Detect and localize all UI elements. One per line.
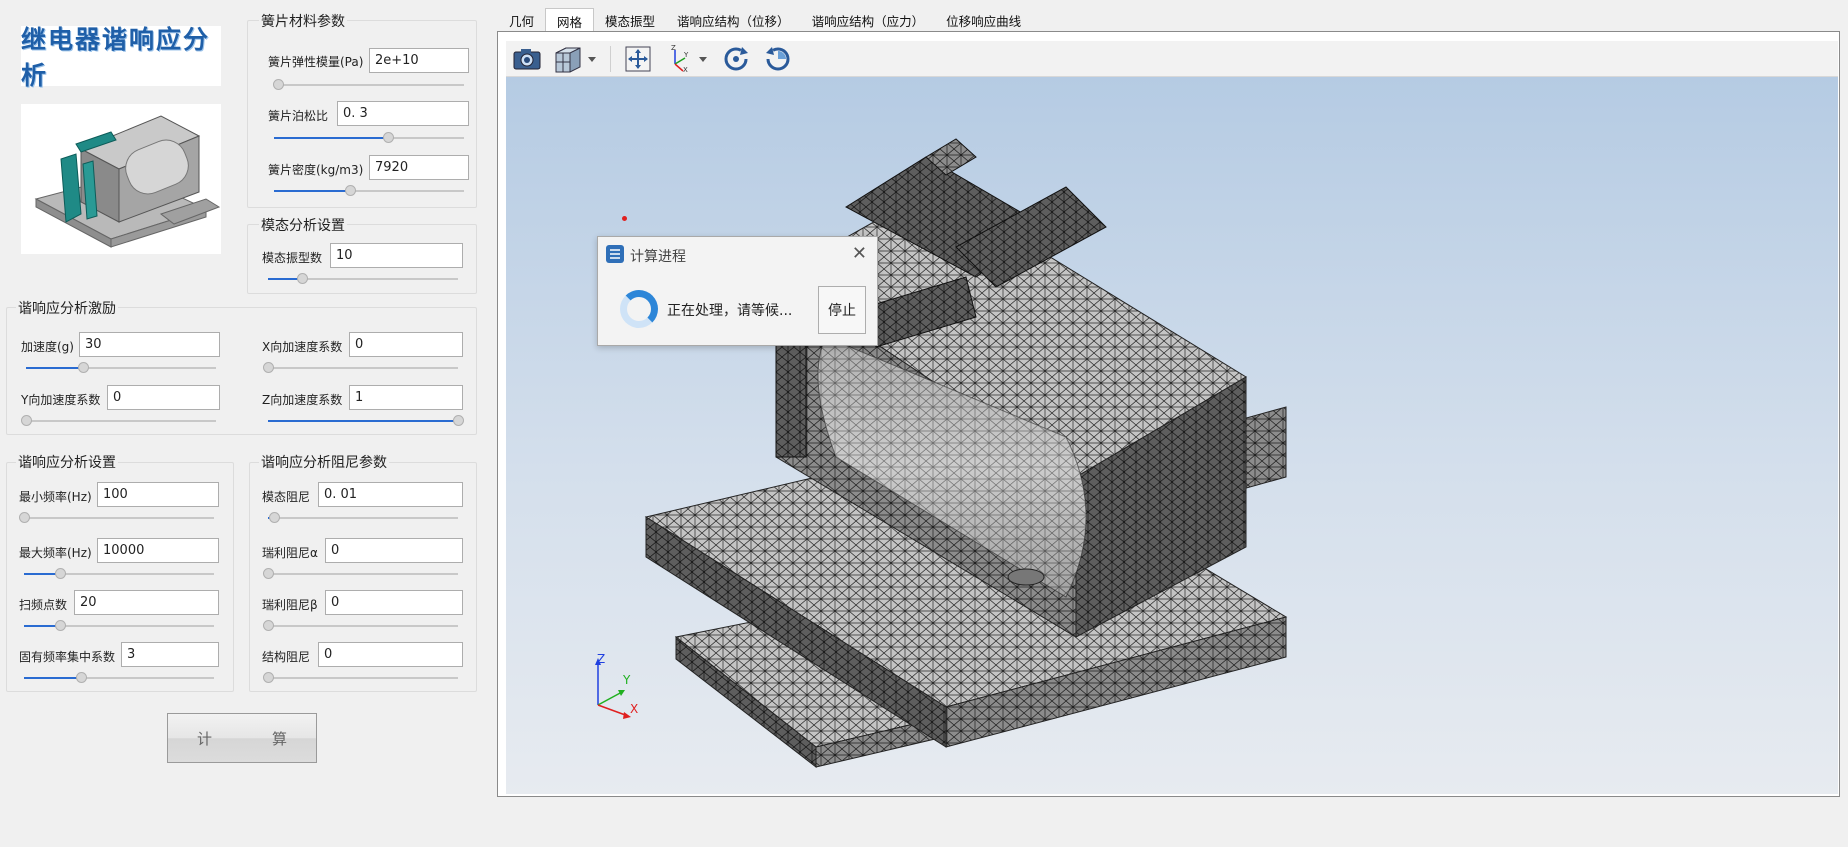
damping-group-title: 谐响应分析阻尼参数 bbox=[259, 452, 389, 472]
accel-slider[interactable] bbox=[26, 362, 216, 374]
stop-button[interactable]: 停止 bbox=[818, 286, 866, 334]
mesh-viewport[interactable] bbox=[506, 77, 1838, 794]
y-coef-label: Y向加速度系数 bbox=[21, 393, 101, 407]
app-logo: 继电器谐响应分析 bbox=[21, 25, 221, 90]
poisson-slider[interactable] bbox=[274, 132, 464, 144]
material-group-title: 簧片材料参数 bbox=[259, 11, 347, 31]
min-freq-slider[interactable] bbox=[19, 512, 214, 524]
x-axis-label: X bbox=[630, 702, 639, 716]
modal-damping-input[interactable] bbox=[318, 482, 463, 507]
z-coef-input[interactable] bbox=[349, 385, 463, 410]
max-freq-label: 最大频率(Hz) bbox=[19, 546, 92, 560]
analysis-group-title: 谐响应分析设置 bbox=[16, 452, 118, 472]
min-freq-input[interactable] bbox=[97, 482, 219, 507]
excitation-group-title: 谐响应分析激励 bbox=[16, 298, 118, 318]
max-freq-input[interactable] bbox=[97, 538, 219, 563]
relay-thumbnail bbox=[21, 104, 221, 254]
camera-icon[interactable] bbox=[509, 43, 545, 75]
axes-icon[interactable]: ZYX bbox=[662, 43, 712, 75]
mode-count-slider[interactable] bbox=[268, 273, 458, 285]
compute-button[interactable]: 计 算 bbox=[167, 713, 317, 763]
marker-dot bbox=[622, 216, 627, 221]
tab-mode-shapes[interactable]: 模态振型 bbox=[594, 8, 666, 31]
y-axis-label: Y bbox=[623, 673, 631, 687]
rayleigh-alpha-input[interactable] bbox=[325, 538, 463, 563]
compute-button-label-2: 算 bbox=[272, 729, 288, 748]
accel-label: 加速度(g) bbox=[21, 340, 74, 354]
poisson-input[interactable] bbox=[337, 101, 469, 126]
svg-text:X: X bbox=[683, 66, 688, 74]
z-coef-label: Z向加速度系数 bbox=[262, 393, 343, 407]
modal-group-title: 模态分析设置 bbox=[259, 215, 347, 235]
svg-text:Y: Y bbox=[683, 51, 689, 59]
mode-count-input[interactable] bbox=[330, 243, 463, 268]
density-slider[interactable] bbox=[274, 185, 464, 197]
sweep-points-input[interactable] bbox=[74, 590, 219, 615]
sweep-points-slider[interactable] bbox=[24, 620, 214, 632]
tab-mesh[interactable]: 网格 bbox=[545, 8, 595, 31]
z-coef-slider[interactable] bbox=[268, 415, 464, 427]
rayleigh-beta-input[interactable] bbox=[325, 590, 463, 615]
modal-damping-label: 模态阻尼 bbox=[262, 490, 311, 504]
y-coef-slider[interactable] bbox=[21, 415, 216, 427]
sweep-points-label: 扫频点数 bbox=[19, 598, 68, 612]
rayleigh-beta-label: 瑞利阻尼β bbox=[262, 598, 318, 612]
close-icon[interactable]: ✕ bbox=[852, 243, 867, 264]
rotate-cw-icon[interactable] bbox=[718, 43, 754, 75]
density-label: 簧片密度(kg/m3) bbox=[268, 163, 364, 177]
tab-displacement-curve[interactable]: 位移响应曲线 bbox=[935, 8, 1032, 31]
tab-harmonic-stress[interactable]: 谐响应结构（应力） bbox=[801, 8, 936, 31]
svg-text:Z: Z bbox=[671, 44, 676, 52]
z-axis-label: Z bbox=[597, 652, 606, 666]
tab-geometry[interactable]: 几何 bbox=[498, 8, 545, 31]
modulus-label: 簧片弹性模量(Pa) bbox=[268, 55, 364, 69]
accel-input[interactable] bbox=[79, 332, 220, 357]
concentration-slider[interactable] bbox=[24, 672, 214, 684]
modulus-slider[interactable] bbox=[272, 79, 464, 91]
view-tabs: 几何 网格 模态振型 谐响应结构（位移） 谐响应结构（应力） 位移响应曲线 bbox=[498, 8, 1032, 31]
viewer-toolbar: ZYX bbox=[506, 41, 1838, 77]
x-coef-slider[interactable] bbox=[263, 362, 458, 374]
mode-count-label: 模态振型数 bbox=[262, 251, 323, 265]
min-freq-label: 最小频率(Hz) bbox=[19, 490, 92, 504]
toolbar-separator bbox=[610, 45, 611, 72]
dialog-message: 正在处理，请等候... bbox=[667, 303, 793, 319]
x-coef-input[interactable] bbox=[349, 332, 463, 357]
rayleigh-alpha-slider[interactable] bbox=[263, 568, 458, 580]
y-coef-input[interactable] bbox=[107, 385, 220, 410]
spinner-icon bbox=[620, 290, 658, 328]
structural-damping-slider[interactable] bbox=[263, 672, 458, 684]
density-input[interactable] bbox=[369, 155, 469, 180]
relay-mesh-model bbox=[644, 138, 1288, 769]
dialog-title: 计算进程 bbox=[630, 249, 686, 265]
modulus-input[interactable] bbox=[369, 48, 469, 73]
x-coef-label: X向加速度系数 bbox=[262, 340, 343, 354]
modal-damping-slider[interactable] bbox=[268, 512, 458, 524]
fit-view-icon[interactable] bbox=[620, 43, 656, 75]
structural-damping-label: 结构阻尼 bbox=[262, 650, 311, 664]
concentration-input[interactable] bbox=[121, 642, 219, 667]
structural-damping-input[interactable] bbox=[318, 642, 463, 667]
rotate-ccw-icon[interactable] bbox=[760, 43, 796, 75]
view-cube-icon[interactable] bbox=[551, 43, 601, 75]
concentration-label: 固有频率集中系数 bbox=[19, 650, 116, 664]
tab-harmonic-displacement[interactable]: 谐响应结构（位移） bbox=[666, 8, 801, 31]
poisson-label: 簧片泊松比 bbox=[268, 109, 329, 123]
rayleigh-alpha-label: 瑞利阻尼α bbox=[262, 546, 318, 560]
compute-button-label-1: 计 bbox=[196, 729, 212, 748]
rayleigh-beta-slider[interactable] bbox=[263, 620, 458, 632]
progress-dialog: 计算进程 ✕ 正在处理，请等候... 停止 bbox=[597, 236, 878, 346]
max-freq-slider[interactable] bbox=[24, 568, 214, 580]
app-icon bbox=[606, 245, 624, 267]
